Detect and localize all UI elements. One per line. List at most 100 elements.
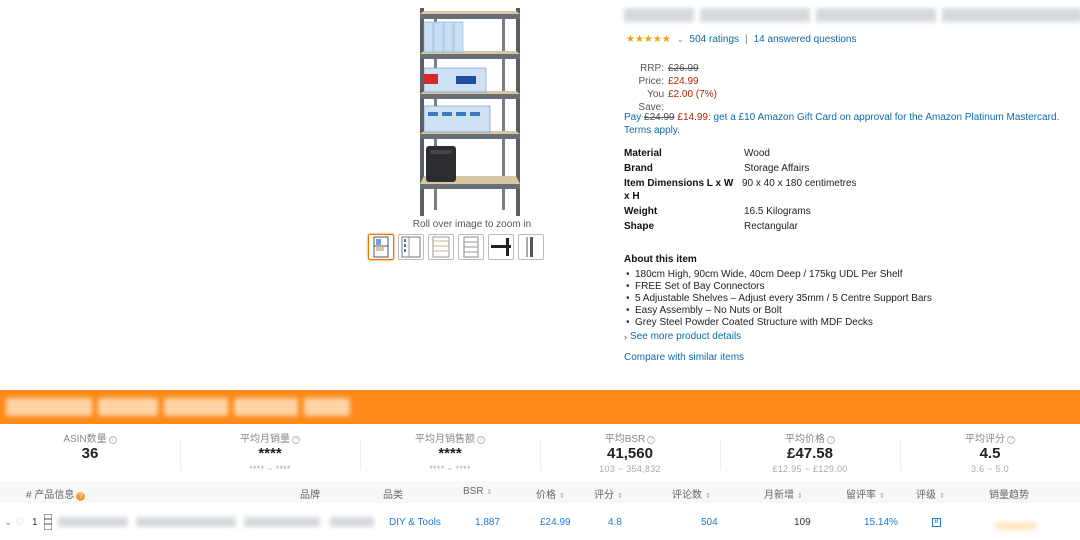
stat-label: 平均评分 (965, 434, 1005, 445)
thumbnail-5[interactable] (488, 234, 514, 260)
help-icon[interactable]: ? (477, 436, 485, 444)
thumbnail-2[interactable] (398, 234, 424, 260)
about-heading: About this item (624, 254, 697, 265)
see-more-link[interactable]: See more product details (630, 331, 741, 343)
help-icon[interactable]: ? (827, 436, 835, 444)
rrp-value: £26.99 (668, 63, 699, 74)
column-brand[interactable]: 品牌 (300, 486, 320, 501)
promo-offer-text: : get a £10 Amazon Gift Card on approval… (707, 112, 1060, 123)
credit-card-promo[interactable]: Pay £24.99 £14.99: get a £10 Amazon Gift… (624, 111, 1074, 137)
column-label: 评分 (594, 490, 614, 501)
price-block: RRP: £26.99 Price: £24.99 You Save: £2.0… (624, 62, 717, 114)
promo-pay-text: Pay (624, 112, 642, 123)
promo-new-price: £14.99 (677, 112, 708, 123)
help-icon[interactable]: ? (647, 436, 656, 444)
spec-key: Material (624, 148, 662, 159)
spec-value: Storage Affairs (744, 163, 810, 174)
help-icon[interactable]: ? (108, 436, 117, 444)
heart-icon[interactable]: ♡ (15, 517, 24, 528)
row-bsr[interactable]: 1,887 (475, 517, 500, 528)
column-product-info[interactable]: # 产品信息? (26, 486, 86, 501)
product-title-redacted (624, 8, 1080, 22)
price-value: £24.99 (668, 76, 699, 87)
row-reviews[interactable]: 504 (701, 517, 718, 528)
sort-icon[interactable]: ⇕ (617, 493, 623, 500)
stat-avg-monthly-revenue: 平均月销售额? **** **** ~ **** (360, 426, 540, 478)
spec-value: 16.5 Kilograms (744, 206, 811, 217)
stat-avg-rating: 平均评分? 4.5 3.6 ~ 5.0 (900, 426, 1080, 478)
answered-questions-link[interactable]: 14 answered questions (754, 34, 857, 45)
table-row[interactable]: ⌄ ♡ 1 DIY & Tools 1,887 £24.99 4.8 504 1… (0, 508, 1080, 538)
summary-stats: ASIN数量? 36 平均月销量? **** **** ~ **** 平均月销售… (0, 426, 1080, 478)
column-label: 品牌 (300, 490, 320, 501)
row-index: 1 (32, 517, 38, 528)
row-review-rate[interactable]: 15.14% (864, 517, 898, 528)
rating-row: ★★★★★ ⌄ 504 ratings | 14 answered questi… (626, 34, 856, 45)
help-icon[interactable]: ? (292, 436, 300, 444)
spec-value: Rectangular (744, 221, 798, 232)
zoom-hint: Roll over image to zoom in (412, 219, 532, 230)
column-sales-trend: 销量趋势 (989, 486, 1029, 501)
stat-label: 平均BSR (604, 434, 646, 445)
help-icon[interactable]: ? (1007, 436, 1015, 444)
column-label: BSR (463, 486, 484, 497)
spec-key: Brand (624, 163, 653, 174)
sort-icon[interactable]: ⇕ (879, 493, 885, 500)
stat-range: £12.95 ~ £129.00 (772, 464, 848, 474)
product-main-image[interactable] (416, 6, 524, 218)
column-category[interactable]: 品类 (383, 486, 403, 501)
plugin-header-bar (0, 390, 1080, 424)
product-name-redacted (244, 517, 320, 527)
ratings-link[interactable]: 504 ratings (690, 34, 739, 45)
expand-chevron-icon[interactable]: ⌄ (4, 517, 12, 528)
column-rating[interactable]: 评分 ⇕ (594, 486, 623, 501)
chevron-down-icon[interactable]: ⌄ (677, 35, 684, 44)
stat-value: **** (258, 445, 282, 462)
stat-label: ASIN数量 (63, 434, 107, 445)
column-label: 销量趋势 (989, 490, 1029, 501)
product-name-redacted (136, 517, 236, 527)
thumbnail-4[interactable] (458, 234, 484, 260)
product-thumbnail[interactable] (44, 514, 52, 530)
stat-asin-count: ASIN数量? 36 (0, 426, 180, 478)
sort-icon[interactable]: ⇕ (705, 493, 711, 500)
row-category[interactable]: DIY & Tools (389, 517, 441, 528)
column-reviews[interactable]: 评论数 ⇕ (672, 486, 711, 501)
compare-link[interactable]: Compare with similar items (624, 352, 932, 364)
table-header: # 产品信息? 品牌 品类 BSR ⇕ 价格 ⇕ 评分 ⇕ 评论数 ⇕ 月新增 ⇕ 留评率… (0, 481, 1080, 503)
sort-icon[interactable]: ⇕ (939, 493, 945, 500)
product-name-redacted (58, 517, 128, 527)
sales-trend-redacted (996, 522, 1036, 530)
column-grade[interactable]: 评级 ⇕ (916, 486, 945, 501)
column-label: 月新增 (764, 490, 794, 501)
column-monthly-new[interactable]: 月新增 ⇕ (764, 486, 803, 501)
column-bsr[interactable]: BSR ⇕ (463, 486, 492, 497)
stat-label: 平均价格 (785, 434, 825, 445)
thumbnail-3[interactable] (428, 234, 454, 260)
product-specs: Material Wood Brand Storage Affairs Item D… (624, 147, 857, 235)
see-more-row[interactable]: › See more product details (624, 331, 932, 343)
list-item: 5 Adjustable Shelves – Adjust every 35mm… (626, 293, 932, 305)
column-price[interactable]: 价格 ⇕ (536, 486, 565, 501)
column-label: 留评率 (846, 490, 876, 501)
stat-value: 4.5 (979, 445, 1001, 462)
sort-icon[interactable]: ⇕ (487, 489, 493, 496)
sort-icon[interactable]: ⇕ (559, 493, 565, 500)
spec-key: Shape (624, 221, 655, 232)
rrp-label: RRP: (640, 63, 664, 74)
row-rating[interactable]: 4.8 (608, 517, 622, 528)
row-price[interactable]: £24.99 (540, 517, 571, 528)
list-item: Grey Steel Powder Coated Structure with … (626, 317, 932, 329)
price-label: Price: (638, 76, 664, 87)
stat-label: 平均月销售额 (415, 434, 475, 445)
terms-link[interactable]: Terms apply. (624, 125, 680, 136)
help-icon[interactable]: ? (76, 492, 86, 501)
grade-icon[interactable]: B (932, 518, 941, 527)
rating-stars-icon[interactable]: ★★★★★ (626, 34, 671, 45)
thumbnail-1[interactable] (368, 234, 394, 260)
column-label: 评级 (916, 490, 936, 501)
thumbnail-6[interactable] (518, 234, 544, 260)
sort-icon[interactable]: ⇕ (797, 493, 803, 500)
stat-avg-price: 平均价格? £47.58 £12.95 ~ £129.00 (720, 426, 900, 478)
column-review-rate[interactable]: 留评率 ⇕ (846, 486, 885, 501)
